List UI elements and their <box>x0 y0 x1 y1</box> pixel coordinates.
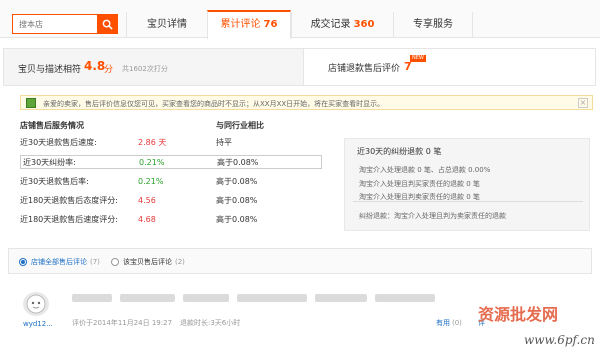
description-rating-tab[interactable]: 宝贝与描述相符 4.8 分 共1602次打分 <box>4 49 304 85</box>
radio-all-store-reviews[interactable] <box>19 258 27 266</box>
stats-row: 近180天退款售后速度评分: 4.68 高于0.08% <box>20 213 322 227</box>
radio-item-reviews[interactable] <box>111 258 119 266</box>
refund-item: 淘宝介入处理且判买家责任的退款 0 笔 <box>359 180 480 188</box>
stats-compare: 高于0.08% <box>216 177 258 186</box>
useful-button[interactable]: 有用 (0) <box>436 318 462 328</box>
after-sale-label: 店铺退款售后评价 <box>328 64 401 74</box>
rating-panel: 宝贝与描述相符 4.8 分 共1602次打分 店铺退款售后评价 7 NEW <box>3 48 596 86</box>
tab-item-details[interactable]: 宝贝详情 <box>126 12 207 38</box>
stats-value: 0.21% <box>139 158 165 167</box>
tab-transactions[interactable]: 成交记录 360 <box>291 12 393 38</box>
tab-label: 宝贝详情 <box>147 19 187 30</box>
refund-title: 近30天的纠纷退款 0 笔 <box>357 147 442 156</box>
stats-compare: 持平 <box>216 138 232 147</box>
notice-bar: 亲爱的卖家，售后评价信息仅您可见，买家查看您的商品时不显示；从XX月XX日开始，… <box>20 95 593 110</box>
stats-compare: 高于0.08% <box>216 196 258 205</box>
stats-value: 4.68 <box>138 215 156 224</box>
stats-value: 0.21% <box>138 177 164 186</box>
useful-count: (0) <box>452 319 462 327</box>
notice-icon <box>26 98 36 108</box>
tab-exclusive-service[interactable]: 专享服务 <box>393 12 473 38</box>
avatar-icon <box>26 294 46 314</box>
tab-label: 累计评论 <box>220 19 261 30</box>
new-badge: NEW <box>410 55 426 62</box>
useful-label: 有用 <box>436 319 450 327</box>
tab-label: 专享服务 <box>413 19 453 30</box>
rating-label: 宝贝与描述相符 <box>18 65 82 75</box>
avatar[interactable] <box>23 292 49 316</box>
refund-duration: 退款时长:3天6小时 <box>180 319 241 327</box>
rating-count: 共1602次打分 <box>122 65 168 73</box>
refund-footer: 纠纷退款：淘宝介入处理且判为卖家责任的退款 <box>359 212 506 220</box>
filter-option-all[interactable]: 店铺全部售后评论 (7) <box>31 257 100 267</box>
review-text-blurred <box>72 294 452 308</box>
tab-count: 76 <box>263 19 278 30</box>
stats-label: 近30天退款售后速度: <box>20 138 97 147</box>
divider <box>353 201 583 202</box>
stats-row: 近30天退款售后率: 0.21% 高于0.08% <box>20 175 322 189</box>
filter-option-item[interactable]: 该宝贝售后评论 (2) <box>123 257 185 267</box>
filter-count: (2) <box>175 258 185 266</box>
stats-label: 近180天退款售后速度评分: <box>20 215 118 224</box>
stats-value: 4.56 <box>138 196 156 205</box>
refund-item: 淘宝介入处理退款 0 笔、占总退款 0.00% <box>359 166 491 174</box>
stats-label: 近30天纠纷率: <box>23 158 76 167</box>
rating-unit: 分 <box>104 65 114 75</box>
after-sale-rating-tab[interactable]: 店铺退款售后评价 7 NEW <box>304 49 595 85</box>
search-box <box>12 14 118 34</box>
filter-label: 店铺全部售后评论 <box>31 258 87 266</box>
reviewer-name[interactable]: wyd12... <box>23 320 53 328</box>
notice-text: 亲爱的卖家，售后评价信息仅您可见，买家查看您的商品时不显示；从XX月XX日开始，… <box>43 100 385 108</box>
stats-compare: 高于0.08% <box>216 215 258 224</box>
close-icon[interactable]: × <box>578 98 588 108</box>
filter-count: (7) <box>90 258 100 266</box>
filter-label: 该宝贝售后评论 <box>123 258 172 266</box>
stats-row: 近180天退款售后态度评分: 4.56 高于0.08% <box>20 194 322 208</box>
stats-compare: 高于0.08% <box>217 158 259 167</box>
stats-label: 近30天退款售后率: <box>20 177 89 186</box>
stats-header-left: 店铺售后服务情况 <box>20 121 84 130</box>
stats-row: 近30天退款售后速度: 2.86 天 持平 <box>20 136 322 150</box>
rating-score: 4.8 <box>84 59 106 73</box>
dispute-refund-box: 近30天的纠纷退款 0 笔 淘宝介入处理退款 0 笔、占总退款 0.00% 淘宝… <box>344 138 590 231</box>
search-icon <box>102 19 113 30</box>
review-filter-bar: 店铺全部售后评论 (7) 该宝贝售后评论 (2) <box>8 248 592 274</box>
tab-label: 成交记录 <box>310 19 351 30</box>
search-button[interactable] <box>97 15 117 33</box>
search-input[interactable] <box>13 15 97 33</box>
top-navigation-bar: 宝贝详情 累计评论76 成交记录360 专享服务 <box>0 0 600 39</box>
review-time: 评价于2014年11月24日 19:27 <box>72 319 173 327</box>
stats-label: 近180天退款售后态度评分: <box>20 196 118 205</box>
tab-count: 360 <box>353 19 375 30</box>
watermark-text: 资源批发网 <box>478 305 559 324</box>
stats-header-right: 与同行业相比 <box>216 121 264 130</box>
tab-reviews[interactable]: 累计评论 76 <box>207 10 291 39</box>
stats-row-selected[interactable]: 近30天纠纷率: 0.21% 高于0.08% <box>20 155 322 169</box>
stats-value: 2.86 天 <box>138 138 167 147</box>
watermark-url: www.6pf.cn <box>524 333 595 347</box>
